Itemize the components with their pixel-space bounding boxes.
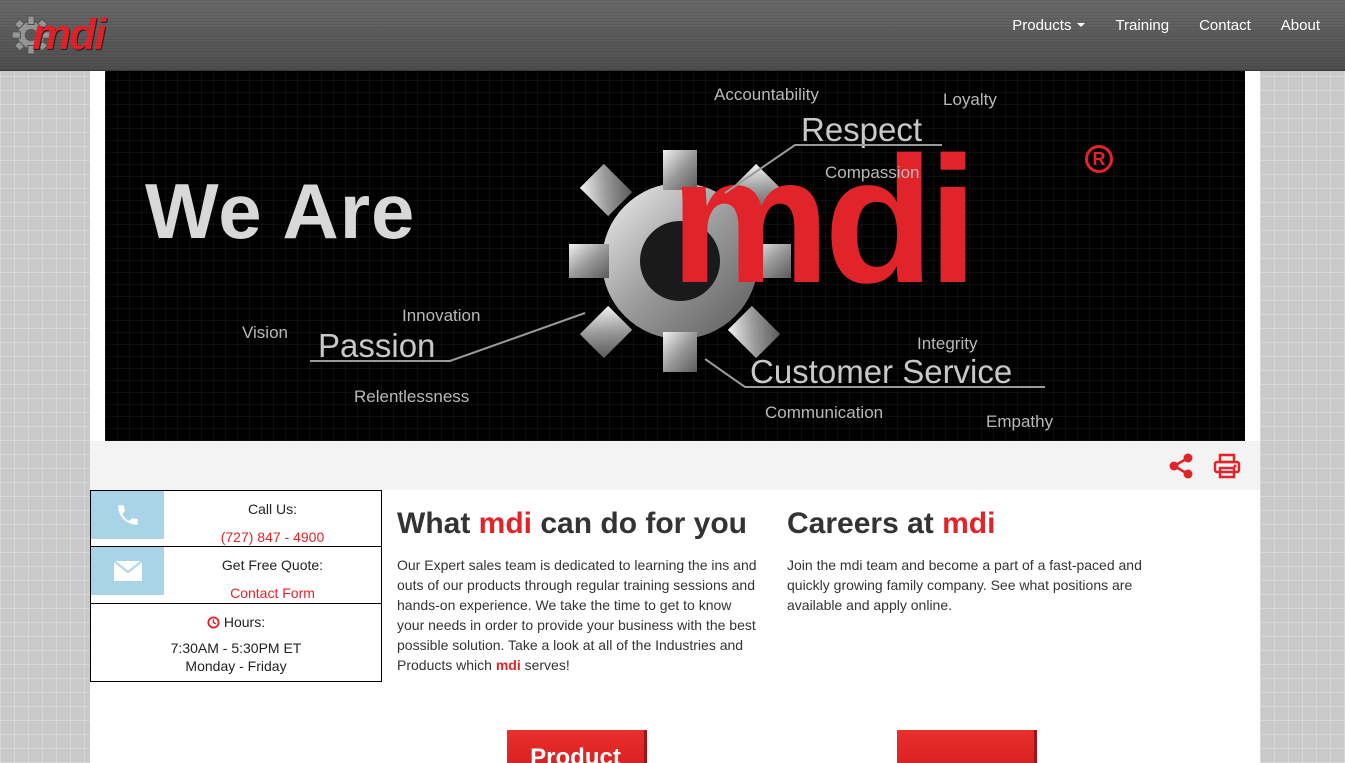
site-logo[interactable]: mdi — [10, 8, 130, 60]
hours-label-wrap: Hours: — [91, 604, 381, 630]
phone-link[interactable]: (727) 847 - 4900 — [164, 529, 381, 545]
nav-contact[interactable]: Contact — [1184, 17, 1266, 34]
nav-contact-label: Contact — [1199, 16, 1251, 34]
hours-label: Hours: — [223, 614, 266, 630]
product-button[interactable]: Product — [507, 730, 647, 763]
share-icon[interactable] — [1168, 453, 1194, 479]
hero-connector-lines — [310, 144, 1045, 388]
mdi-brand-link[interactable]: mdi — [496, 657, 521, 673]
print-icon[interactable] — [1213, 453, 1241, 479]
hero-banner: We Are mdi R Accountability Loyalty Resp… — [105, 71, 1245, 441]
caret-down-icon — [1077, 23, 1086, 27]
nav-about-label: About — [1280, 16, 1320, 34]
careers-title: Careers at mdi — [787, 507, 996, 540]
quote-row: Get Free Quote: Contact Form — [90, 547, 382, 604]
call-label: Call Us: — [247, 501, 297, 517]
nav-products[interactable]: Products — [997, 17, 1100, 34]
action-bar — [90, 441, 1260, 490]
careers-button[interactable] — [897, 730, 1037, 763]
call-row: Call Us: (727) 847 - 4900 — [90, 490, 382, 547]
clock-icon — [207, 615, 220, 629]
what-mdi-section: What mdi can do for you Our Expert sales… — [397, 507, 762, 675]
phone-icon — [117, 505, 138, 525]
what-mdi-body: Our Expert sales team is dedicated to le… — [397, 557, 757, 673]
hours-row: Hours: 7:30AM - 5:30PM ET Monday - Frida… — [90, 604, 382, 682]
quote-icon-cell — [91, 547, 164, 595]
top-navbar: mdi Products Training Contact About — [0, 0, 1345, 71]
hours-time: 7:30AM - 5:30PM ET — [170, 640, 302, 656]
careers-body: Join the mdi team and become a part of a… — [787, 557, 1142, 613]
contact-form-link[interactable]: Contact Form — [164, 585, 381, 601]
what-mdi-title: What mdi can do for you — [397, 507, 748, 540]
nav-menu: Products Training Contact About — [997, 0, 1335, 50]
main-container: We Are mdi R Accountability Loyalty Resp… — [90, 71, 1260, 763]
nav-about[interactable]: About — [1266, 17, 1335, 34]
nav-training[interactable]: Training — [1100, 17, 1184, 34]
contact-box: Call Us: (727) 847 - 4900 Get Free Quote… — [90, 490, 382, 682]
logo-text: mdi — [32, 10, 106, 59]
call-icon-cell — [91, 491, 164, 539]
careers-section: Careers at mdi Join the mdi team and bec… — [787, 507, 1152, 615]
hours-days: Monday - Friday — [185, 658, 287, 674]
quote-label: Get Free Quote: — [221, 557, 324, 573]
nav-training-label: Training — [1115, 16, 1170, 34]
envelope-icon — [112, 560, 143, 581]
nav-products-label: Products — [1012, 16, 1072, 34]
